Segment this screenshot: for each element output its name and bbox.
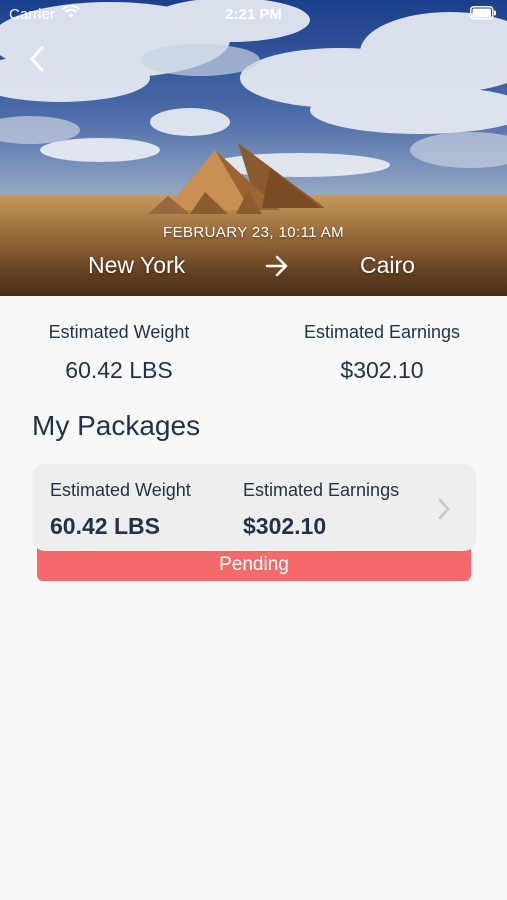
trip-hero: Carrier 2:21 PM FEBRUARY 23, 10:11 AM Ne… xyxy=(0,0,507,296)
package-card[interactable]: Estimated Weight 60.42 LBS Estimated Ear… xyxy=(33,464,476,551)
hero-image xyxy=(0,0,507,296)
battery-icon xyxy=(470,6,497,24)
route-origin: New York xyxy=(88,252,186,278)
trip-date: FEBRUARY 23, 10:11 AM xyxy=(163,224,344,241)
summary-earnings: Estimated Earnings $302.10 xyxy=(292,322,472,384)
package-earnings-value: $302.10 xyxy=(243,513,327,539)
summary-earnings-value: $302.10 xyxy=(340,357,424,383)
summary-weight-label: Estimated Weight xyxy=(48,322,190,342)
summary-earnings-label: Estimated Earnings xyxy=(303,322,461,342)
package-weight-label: Estimated Weight xyxy=(50,480,191,500)
arrow-right-icon xyxy=(265,255,289,282)
back-chevron-icon xyxy=(30,46,44,72)
package-weight-value: 60.42 LBS xyxy=(50,513,160,539)
summary-weight-value: 60.42 LBS xyxy=(65,357,173,383)
status-bar: Carrier 2:21 PM xyxy=(0,0,507,28)
route-destination: Cairo xyxy=(360,252,415,278)
section-title: My Packages xyxy=(32,410,201,441)
status-time: 2:21 PM xyxy=(225,6,282,23)
chevron-right-icon xyxy=(438,498,450,525)
package-earnings-label: Estimated Earnings xyxy=(243,480,400,500)
summary-weight: Estimated Weight 60.42 LBS xyxy=(38,322,200,384)
back-button[interactable] xyxy=(22,42,52,76)
